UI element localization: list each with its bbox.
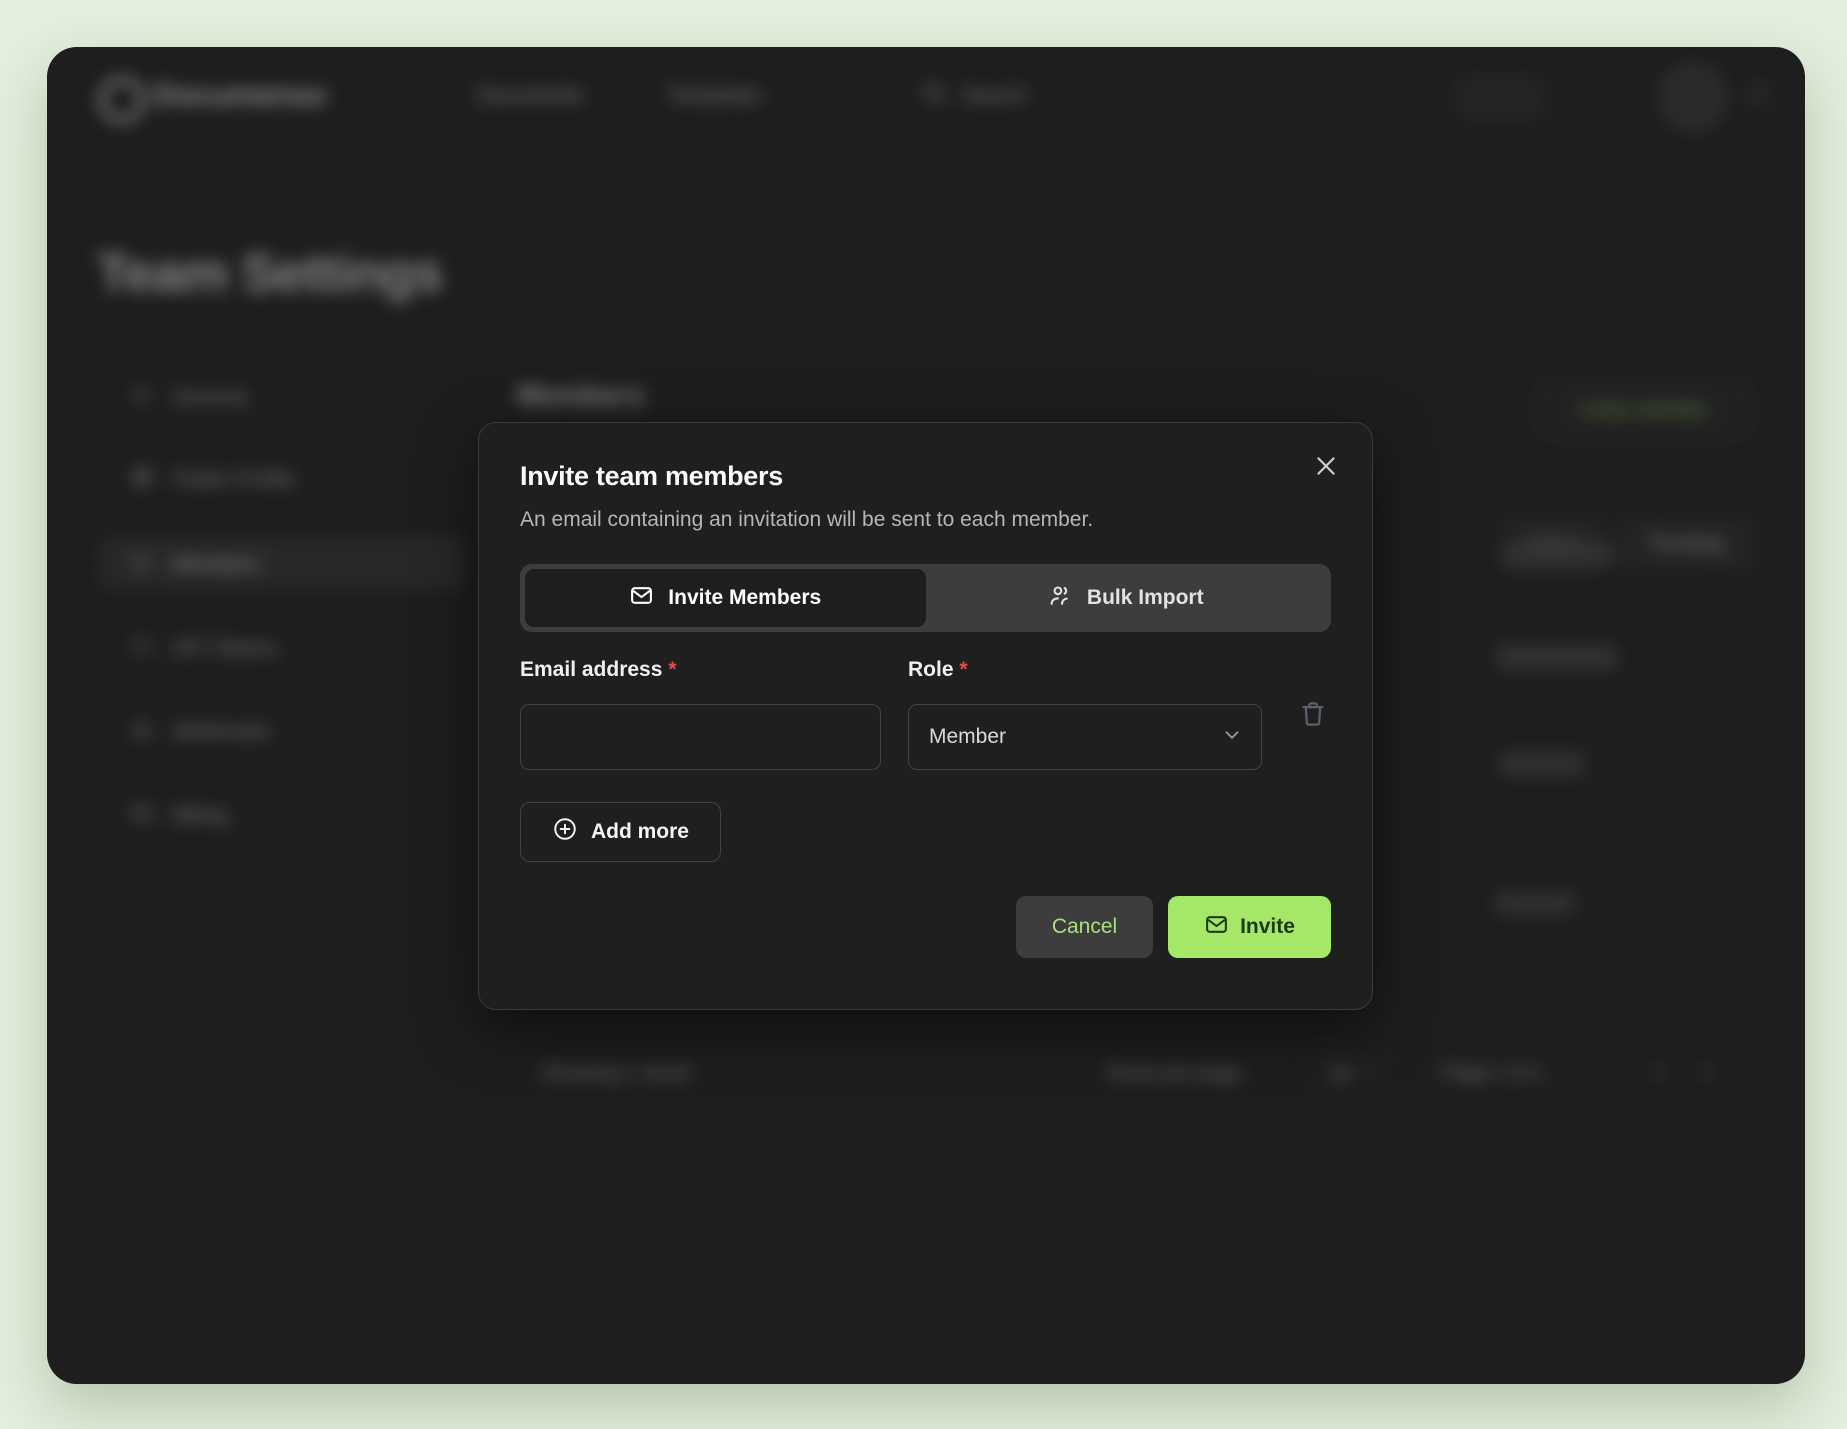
role-select[interactable]: Member: [908, 704, 1262, 770]
invite-button[interactable]: Invite: [1168, 896, 1331, 958]
role-label: Role*: [908, 658, 1262, 682]
mail-icon: [1204, 912, 1229, 943]
cancel-button[interactable]: Cancel: [1016, 896, 1153, 958]
required-marker: *: [960, 658, 968, 681]
tab-label: Bulk Import: [1087, 586, 1204, 610]
dialog-subtitle: An email containing an invitation will b…: [520, 508, 1331, 532]
tab-label: Invite Members: [668, 586, 821, 610]
tab-invite-members[interactable]: Invite Members: [525, 569, 926, 627]
invite-mode-tabs: Invite Members Bulk Import: [520, 564, 1331, 632]
invite-team-members-dialog: Invite team members An email containing …: [478, 422, 1373, 1010]
mail-icon: [629, 583, 654, 614]
screen: Documenso Documents Templates Search Tea…: [0, 0, 1847, 1429]
dialog-actions: Cancel Invite: [520, 896, 1331, 958]
chevron-down-icon: [1221, 724, 1243, 751]
add-more-label: Add more: [591, 820, 689, 844]
invite-label: Invite: [1240, 915, 1295, 939]
users-icon: [1048, 583, 1073, 614]
dialog-title: Invite team members: [520, 461, 1331, 492]
add-more-button[interactable]: Add more: [520, 802, 721, 862]
app-window: Documenso Documents Templates Search Tea…: [47, 47, 1805, 1384]
tab-bulk-import[interactable]: Bulk Import: [926, 569, 1327, 627]
email-label: Email address*: [520, 658, 881, 682]
required-marker: *: [668, 658, 676, 681]
role-selected-value: Member: [929, 725, 1006, 749]
plus-circle-icon: [552, 816, 578, 848]
invite-row: Email address* Role* Member: [520, 658, 1331, 770]
trash-icon: [1298, 718, 1328, 733]
close-icon[interactable]: [1311, 451, 1341, 481]
email-field[interactable]: [520, 704, 881, 770]
remove-row-button[interactable]: [1298, 698, 1328, 733]
